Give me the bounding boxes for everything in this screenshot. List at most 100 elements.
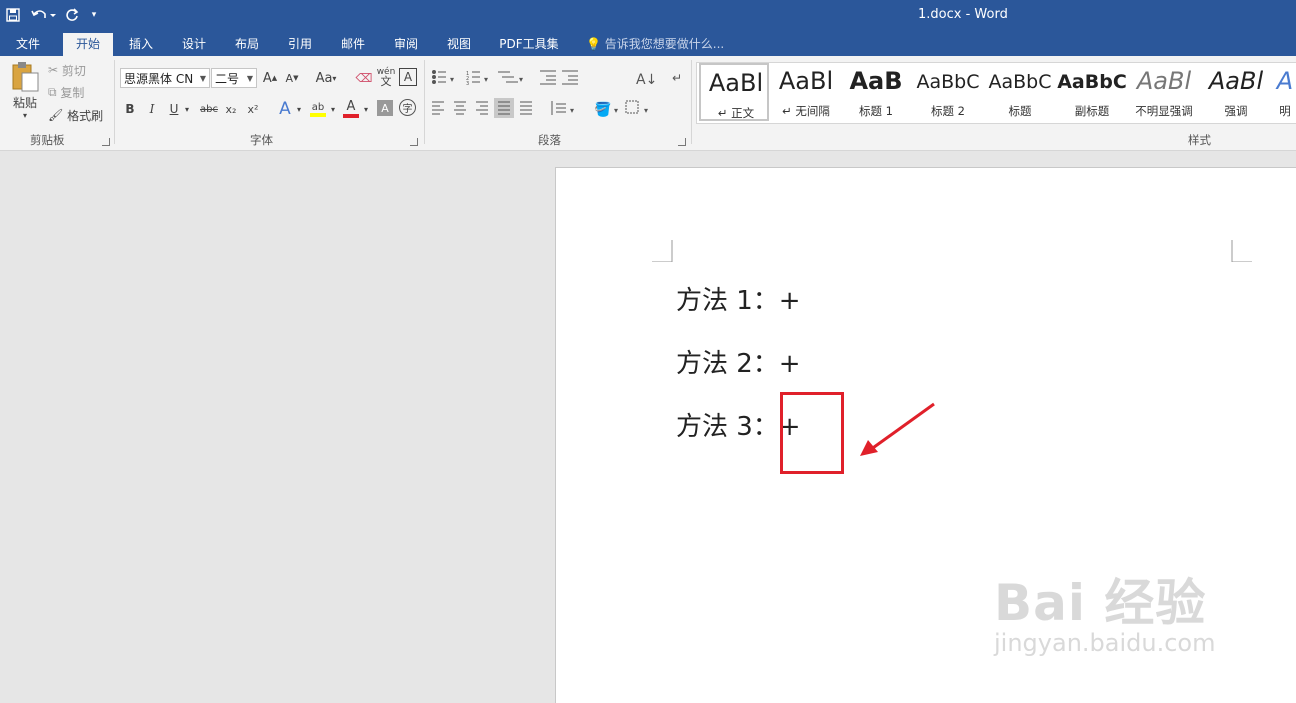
- style-preview: AaBbC: [988, 71, 1052, 93]
- svg-text:↵: ↵: [672, 71, 682, 85]
- change-case-label: Aa: [315, 70, 333, 86]
- style-intense-emphasis[interactable]: A 明: [1273, 63, 1296, 121]
- chevron-down-icon[interactable]: ▾: [328, 100, 338, 118]
- arrow-icon: [860, 402, 935, 456]
- character-shading-icon[interactable]: A: [377, 100, 393, 116]
- subscript-button[interactable]: x₂: [222, 100, 240, 118]
- font-group-label: 字体: [250, 133, 273, 147]
- document-title: 1.docx - Word: [918, 7, 1008, 22]
- chevron-down-icon[interactable]: ▾: [361, 100, 371, 118]
- clipboard-launcher-icon[interactable]: [102, 138, 110, 146]
- font-color-icon[interactable]: A: [341, 98, 361, 120]
- highlight-color-icon[interactable]: ab: [308, 98, 328, 120]
- underline-dropdown-icon[interactable]: ▾: [182, 100, 192, 118]
- font-size-select[interactable]: 二号 ▼: [211, 68, 257, 88]
- divider: [424, 60, 425, 144]
- tab-layout[interactable]: 布局: [224, 33, 270, 56]
- underline-button[interactable]: U: [166, 100, 182, 118]
- style-preview: AaBl: [778, 67, 834, 95]
- shrink-font-button[interactable]: A ▼: [283, 68, 301, 88]
- document-line[interactable]: 方法 2：+: [676, 343, 801, 380]
- grow-font-button[interactable]: A ▲: [261, 68, 279, 88]
- font-launcher-icon[interactable]: [410, 138, 418, 146]
- chevron-down-icon: ▼: [199, 74, 206, 83]
- copy-label: 复制: [60, 85, 85, 100]
- divider: [114, 60, 115, 144]
- baidu-watermark: Bai 经验 jingyan.baidu.com: [994, 563, 1215, 657]
- highlight-box: [780, 392, 844, 474]
- text-effects-icon[interactable]: A: [275, 98, 295, 120]
- title-bar: ▾ 1.docx - Word: [0, 0, 1296, 30]
- paintbrush-icon: 🖌: [48, 108, 64, 122]
- cut-button[interactable]: ✂ 剪切: [48, 61, 98, 79]
- change-case-button[interactable]: Aa ▾: [310, 68, 342, 88]
- copy-button[interactable]: ⧉ 复制: [48, 83, 98, 101]
- character-border-button[interactable]: A: [399, 68, 417, 86]
- tab-view[interactable]: 视图: [436, 33, 482, 56]
- style-heading-1[interactable]: AaB 标题 1: [841, 63, 911, 121]
- corner-mark-left: [652, 240, 673, 262]
- lightbulb-icon: 💡: [586, 37, 601, 51]
- bold-button[interactable]: B: [122, 100, 138, 118]
- font-family-value: 思源黑体 CN: [124, 72, 194, 86]
- ribbon-tabs: 文件 开始 插入 设计 布局 引用 邮件 审阅 视图 PDF工具集 💡 告诉我您…: [0, 30, 1296, 56]
- corner-mark-right: [1231, 240, 1252, 262]
- style-name: 标题 1: [859, 104, 893, 118]
- phonetic-guide-button[interactable]: wén 文: [376, 66, 396, 88]
- style-preview: AaB: [849, 67, 903, 95]
- paragraph-toolbar[interactable]: ▾ 123 ▾ ▾ A↓ ↵ ▾ 🪣 ▾ ▾: [430, 68, 690, 128]
- tab-home[interactable]: 开始: [63, 33, 113, 56]
- format-painter-button[interactable]: 🖌 格式刷: [48, 106, 108, 124]
- document-line[interactable]: 方法 1：+: [676, 280, 801, 317]
- chevron-down-icon[interactable]: ▾: [294, 100, 304, 118]
- chevron-down-icon: ▼: [246, 74, 253, 83]
- style-name: 强调: [1224, 104, 1248, 118]
- style-name: ↵ 正文: [717, 106, 755, 120]
- scissors-icon: ✂: [48, 63, 59, 77]
- style-subtitle[interactable]: AaBbC 副标题: [1057, 63, 1127, 121]
- document-page[interactable]: 方法 1：+ 方法 2：+ 方法 3：+ Bai 经验 jingyan.baid…: [555, 167, 1296, 703]
- strikethrough-button[interactable]: abc: [198, 100, 220, 118]
- style-normal[interactable]: AaBl ↵ 正文: [699, 63, 769, 121]
- style-name: 标题: [1008, 104, 1032, 118]
- watermark-url: jingyan.baidu.com: [994, 629, 1216, 657]
- style-name: 明: [1279, 104, 1291, 118]
- tell-me-search[interactable]: 💡 告诉我您想要做什么...: [586, 33, 724, 56]
- style-name: 标题 2: [931, 104, 965, 118]
- redo-icon[interactable]: [60, 3, 86, 27]
- font-family-select[interactable]: 思源黑体 CN ▼: [120, 68, 210, 88]
- paste-button[interactable]: 粘贴: [8, 94, 42, 110]
- paste-dropdown-icon[interactable]: ▾: [18, 110, 32, 120]
- paragraph-launcher-icon[interactable]: [678, 138, 686, 146]
- clear-formatting-icon[interactable]: ⌫: [354, 68, 374, 88]
- save-icon[interactable]: [0, 3, 26, 27]
- tab-design[interactable]: 设计: [171, 33, 217, 56]
- enclose-characters-button[interactable]: 字: [399, 99, 416, 116]
- style-title[interactable]: AaBbC 标题: [985, 63, 1055, 121]
- svg-text:▾: ▾: [570, 106, 574, 115]
- style-name: 副标题: [1074, 104, 1110, 118]
- superscript-button[interactable]: x²: [244, 100, 262, 118]
- style-preview: AaBl: [1136, 67, 1192, 95]
- copy-icon: ⧉: [48, 84, 57, 99]
- tab-file[interactable]: 文件: [6, 33, 50, 56]
- tab-references[interactable]: 引用: [277, 33, 323, 56]
- grow-font-label: A: [262, 70, 272, 86]
- tab-insert[interactable]: 插入: [118, 33, 164, 56]
- tab-pdf-tools[interactable]: PDF工具集: [491, 33, 567, 56]
- tab-review[interactable]: 审阅: [383, 33, 429, 56]
- italic-button[interactable]: I: [144, 100, 160, 118]
- cut-label: 剪切: [61, 63, 86, 78]
- style-subtle-emphasis[interactable]: AaBl 不明显强调: [1129, 63, 1199, 121]
- customize-qat-icon[interactable]: ▾: [86, 3, 102, 27]
- svg-text:3: 3: [466, 81, 469, 87]
- divider: [691, 60, 692, 144]
- style-heading-2[interactable]: AaBbC 标题 2: [913, 63, 983, 121]
- style-emphasis[interactable]: AaBl 强调: [1201, 63, 1271, 121]
- style-no-spacing[interactable]: AaBl ↵ 无间隔: [771, 63, 841, 121]
- tab-mailings[interactable]: 邮件: [330, 33, 376, 56]
- paste-icon[interactable]: [8, 60, 42, 94]
- undo-icon[interactable]: [26, 3, 60, 27]
- ribbon-home: 粘贴 ▾ ✂ 剪切 ⧉ 复制 🖌 格式刷 剪贴板 思源黑体 CN ▼ 二号 ▼ A ▲…: [0, 56, 1296, 151]
- watermark-brand: Bai 经验: [994, 574, 1207, 632]
